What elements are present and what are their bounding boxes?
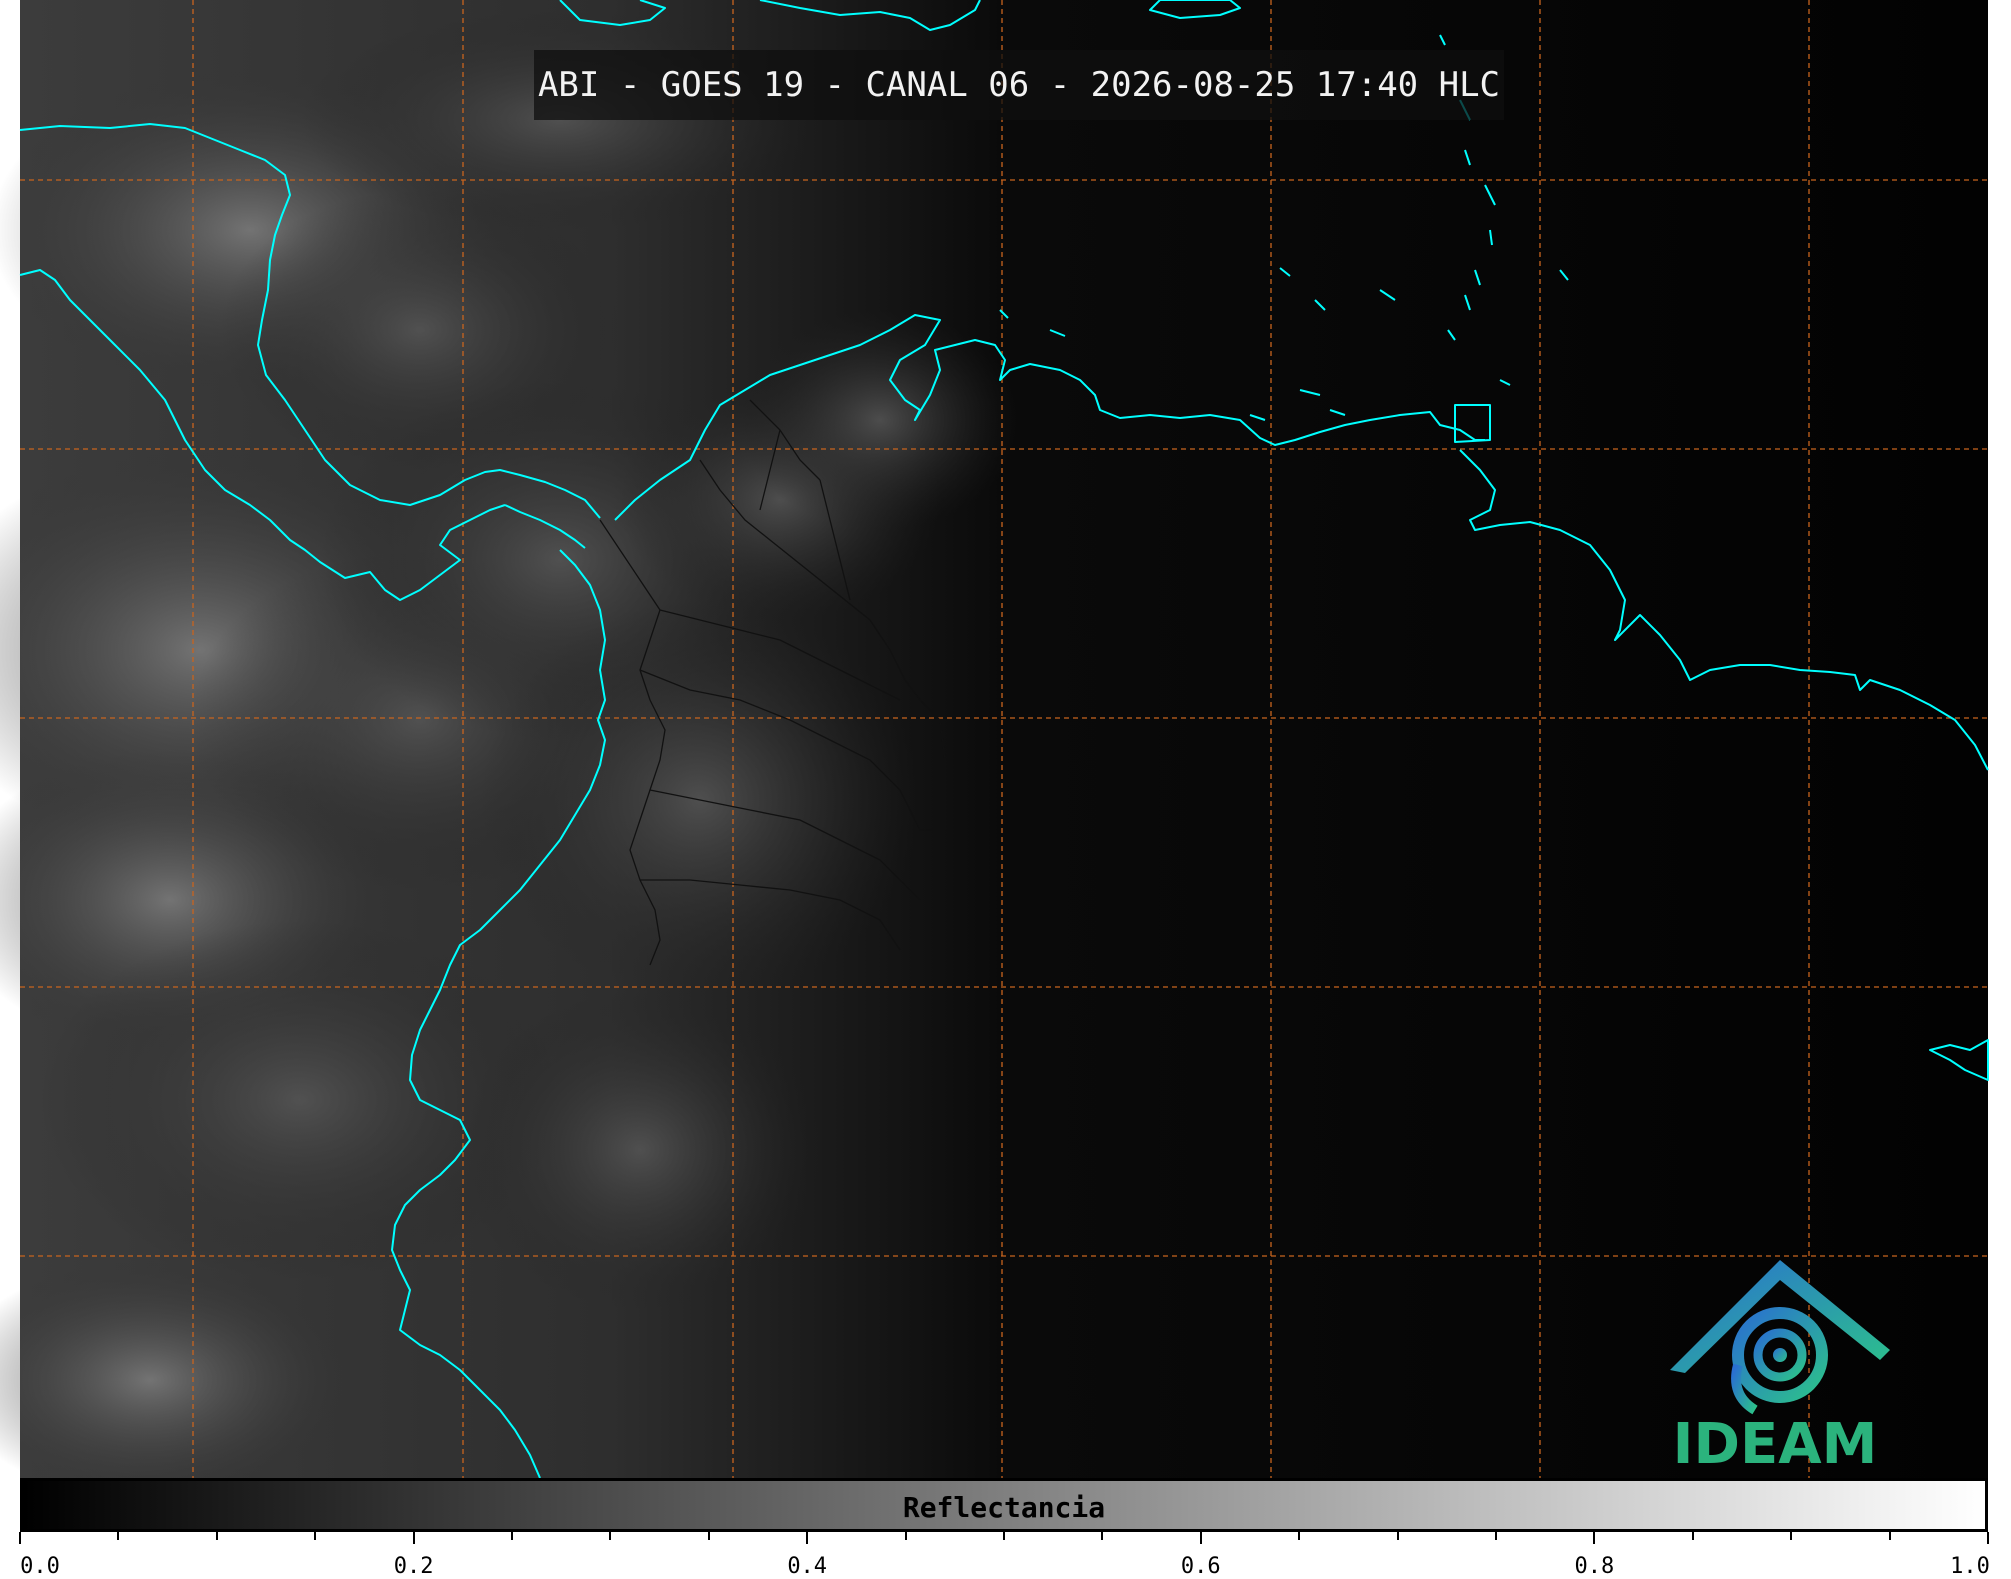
colorbar-minor-tick: [314, 1532, 317, 1540]
colorbar-minor-tick: [1888, 1532, 1891, 1540]
colorbar-major-tick: [1987, 1532, 1989, 1544]
colorbar-label: Reflectancia: [902, 1491, 1106, 1524]
colorbar-minor-tick: [215, 1532, 218, 1540]
colorbar-major-tick: [412, 1532, 415, 1544]
colorbar-minor-tick: [1495, 1532, 1497, 1540]
colorbar-tick-label: 0.2: [393, 1554, 434, 1579]
colorbar-minor-tick: [1101, 1532, 1104, 1540]
colorbar-axis: 0.0 0.2 0.4 0.6 0.8 1.0: [19, 1532, 1990, 1579]
colorbar-minor-tick: [1298, 1532, 1301, 1540]
colorbar-tick-label: 1.0: [1950, 1554, 1990, 1579]
colorbar-minor-tick: [1396, 1532, 1399, 1540]
map-title: ABI - GOES 19 - CANAL 06 - 2026-08-25 17…: [534, 50, 1504, 120]
colorbar-minor-tick: [707, 1532, 710, 1540]
colorbar-tick-label: 0.0: [20, 1554, 60, 1579]
colorbar-major-tick: [806, 1532, 809, 1544]
colorbar-major-tick: [1593, 1532, 1596, 1544]
colorbar-minor-tick: [1790, 1532, 1793, 1540]
colorbar-minor-tick: [1691, 1532, 1694, 1540]
colorbar-major-tick: [1199, 1532, 1202, 1544]
colorbar-minor-tick: [609, 1532, 612, 1540]
colorbar-tick-label: 0.6: [1180, 1554, 1221, 1579]
colorbar-minor-tick: [1003, 1532, 1005, 1540]
colorbar-minor-tick: [511, 1532, 513, 1540]
colorbar-minor-tick: [117, 1532, 120, 1540]
logo-text: IDEAM: [1672, 1412, 1878, 1477]
colorbar-tick-label: 0.4: [787, 1554, 828, 1579]
colorbar-tick-label: 0.8: [1574, 1554, 1615, 1579]
colorbar: Reflectancia: [20, 1478, 1988, 1532]
colorbar-minor-tick: [904, 1532, 907, 1540]
colorbar-major-tick: [19, 1532, 21, 1544]
